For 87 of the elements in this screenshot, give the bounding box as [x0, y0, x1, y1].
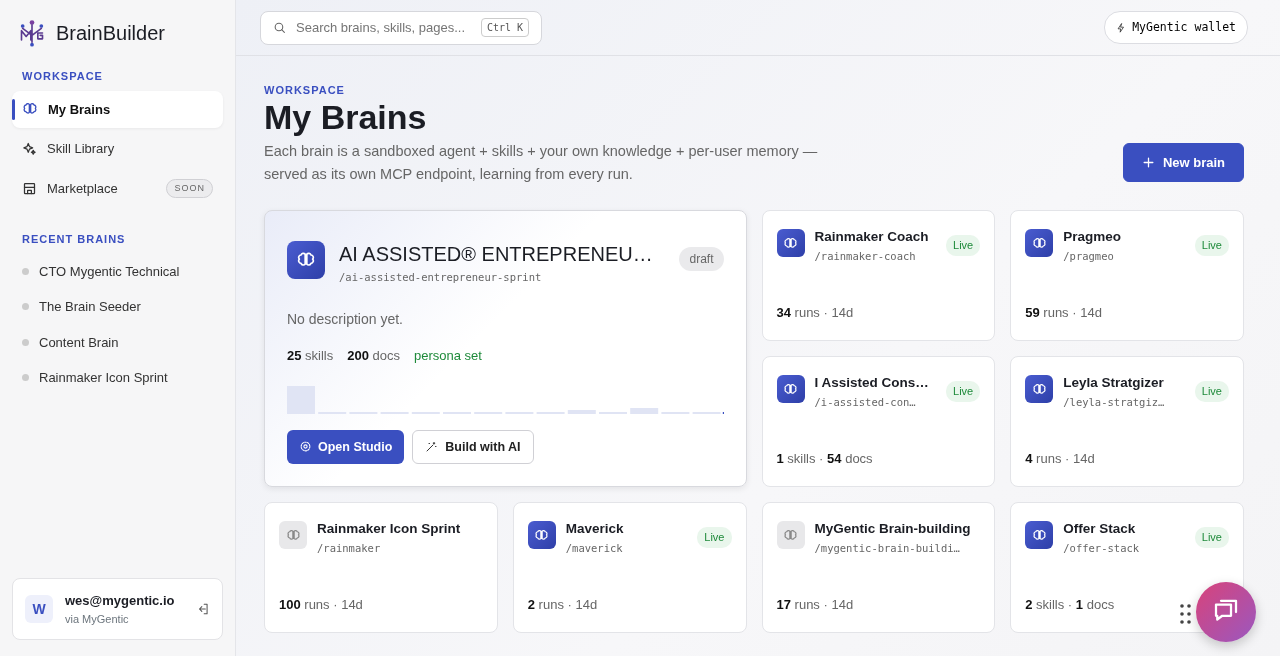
brain-stats: 59 runs · 14d — [1025, 303, 1102, 322]
brain-slug: /i-assisted-con… — [814, 396, 917, 410]
brain-stats: 34 runs · 14d — [776, 303, 854, 322]
brain-slug: /offer-stack — [1063, 542, 1141, 556]
brain-card[interactable]: Rainmaker Icon Sprint /rainmaker 100 runs · 14d — [264, 502, 498, 634]
shortcut-hint: Ctrl K — [480, 18, 529, 37]
brain-card[interactable]: Leyla Stratgizer /leyla-stratgiz… Live 4 runs · 14d — [1010, 356, 1244, 488]
drag-handle-icon — [1180, 604, 1192, 624]
page-eyebrow: WORKSPACE — [264, 83, 346, 98]
brain-card[interactable]: Offer Stack /offer-stack Live 2 skills · 1 docs — [1010, 502, 1244, 634]
brain-icon — [534, 527, 550, 543]
brain-icon — [1031, 235, 1047, 251]
recent-brain-item[interactable]: Rainmaker Icon Sprint — [12, 360, 223, 396]
magic-wand-icon — [425, 440, 438, 453]
brain-title: Offer Stack — [1063, 521, 1137, 539]
status-badge: Live — [946, 381, 981, 402]
new-brain-button[interactable]: New brain — [1122, 142, 1244, 183]
brain-stats: 2 skills · 1 docs — [1025, 595, 1115, 614]
brain-card[interactable]: I Assisted Cons… /i-assisted-con… Live 1 skills · 54 docs — [761, 356, 996, 488]
brain-stats: 17 runs · 14d — [776, 595, 854, 614]
logout-icon[interactable] — [196, 602, 210, 616]
brain-title: Leyla Stratgizer — [1063, 375, 1165, 393]
brain-stats: 100 runs · 14d — [279, 595, 363, 614]
nav-item[interactable]: Skill Library — [12, 130, 223, 168]
gear-icon — [299, 440, 312, 454]
brain-title: Rainmaker Icon Sprint — [317, 521, 462, 539]
nav-item[interactable]: My Brains — [12, 90, 223, 128]
brain-slug: /mygentic-brain-buildi… — [814, 542, 961, 556]
brain-title: Pragmeo — [1063, 229, 1123, 247]
brand-name: BrainBuilder — [56, 21, 165, 46]
brain-slug: /leyla-stratgiz… — [1063, 396, 1166, 410]
brain-card[interactable]: Rainmaker Coach /rainmaker-coach Live 34 runs · 14d — [761, 210, 996, 342]
user-avatar: W — [25, 595, 53, 623]
brain-icon — [285, 527, 301, 543]
search-icon — [273, 21, 286, 34]
user-provider: via MyGentic — [65, 611, 130, 627]
recent-brain-item[interactable]: The Brain Seeder — [12, 289, 223, 325]
brain-description: No description yet. — [287, 309, 404, 329]
brain-card[interactable]: Pragmeo /pragmeo Live 59 runs · 14d — [1010, 210, 1244, 342]
build-with-ai-button[interactable]: Build with AI — [412, 429, 534, 465]
brain-stat: 200 docs — [347, 346, 401, 365]
search-field[interactable]: Search brains, skills, pages... Ctrl K — [260, 10, 542, 45]
page-title: My Brains — [264, 98, 428, 136]
brain-stats: 2 runs · 14d — [527, 595, 598, 614]
brain-slug: /ai-assisted-entrepreneur-sprint — [339, 271, 543, 285]
brain-icon — [783, 381, 798, 397]
status-badge: Live — [697, 527, 732, 548]
chat-button[interactable] — [1196, 582, 1256, 642]
soon-badge: SOON — [166, 178, 213, 198]
brain-slug: /pragmeo — [1063, 250, 1115, 264]
brain-card[interactable]: Maverick /maverick Live 2 runs · 14d — [512, 502, 747, 634]
brain-card[interactable]: MyGentic Brain-building /mygentic-brain-buildi… 17 runs · 14d — [761, 502, 996, 634]
status-badge: Live — [1194, 527, 1229, 548]
user-email: wes@mygentic.io — [65, 592, 176, 610]
brain-title: I Assisted Cons… — [814, 375, 930, 393]
brain-icon — [783, 527, 798, 543]
brain-slug: /maverick — [565, 542, 624, 556]
wallet-button[interactable]: MyGentic wallet — [1104, 10, 1248, 45]
brain-icon — [1031, 381, 1047, 397]
status-badge: Live — [1194, 235, 1229, 256]
persona-status: persona set — [414, 346, 482, 365]
brain-title: Maverick — [565, 521, 625, 539]
brain-title: AI ASSISTED® ENTREPRENEU… — [339, 242, 654, 268]
brain-stat: 25 skills — [287, 346, 334, 365]
lightning-icon — [1116, 22, 1127, 33]
brain-icon — [783, 235, 798, 251]
section-title: WORKSPACE — [21, 69, 104, 84]
open-studio-button[interactable]: Open Studio — [287, 429, 405, 465]
brain-stats: 4 runs · 14d — [1025, 449, 1095, 468]
status-badge: draft — [679, 247, 724, 272]
recent-brain-item[interactable]: Content Brain — [12, 324, 223, 360]
brain-title: MyGentic Brain-building — [814, 521, 972, 539]
status-badge: Live — [1194, 381, 1229, 402]
status-badge: Live — [946, 235, 981, 256]
brain-slug: /rainmaker — [317, 542, 382, 556]
section-title: RECENT BRAINS — [21, 232, 127, 247]
recent-brain-item[interactable]: CTO Mygentic Technical — [12, 253, 223, 289]
brain-stats: 1 skills · 54 docs — [776, 449, 873, 468]
sparkle-icon — [22, 141, 37, 157]
brain-icon — [1031, 527, 1047, 543]
store-icon — [22, 180, 37, 196]
plus-icon — [1141, 156, 1155, 169]
page-description: Each brain is a sandboxed agent + skills + your own knowledge + per-user memory — served as its own MCP endpoint, learning from every run. — [264, 141, 819, 185]
nav-item[interactable]: Marketplace SOON — [12, 169, 223, 207]
brain-slug: /rainmaker-coach — [814, 250, 917, 264]
logo-icon — [18, 19, 46, 47]
brain-title: Rainmaker Coach — [814, 229, 930, 247]
